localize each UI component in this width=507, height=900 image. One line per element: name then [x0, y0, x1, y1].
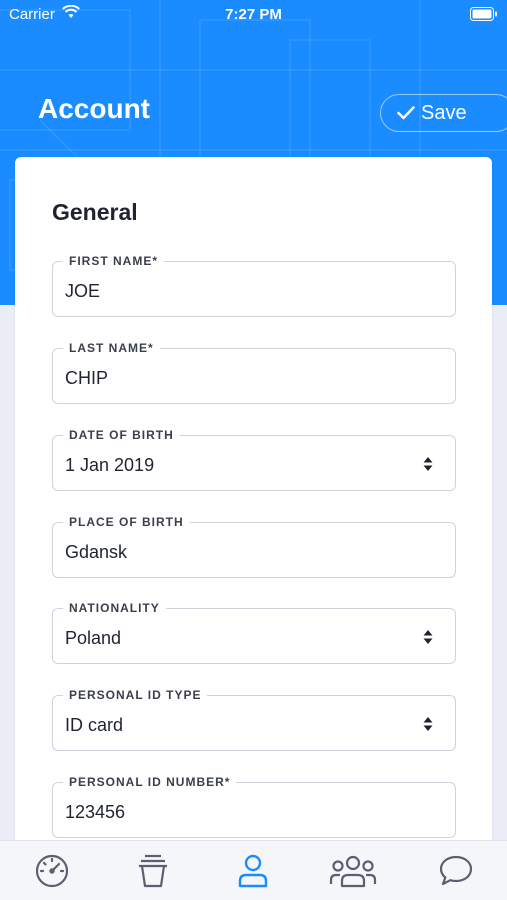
tab-bar [0, 840, 507, 900]
trash-bin-icon [136, 853, 170, 894]
checkmark-icon [397, 106, 415, 120]
save-button[interactable]: Save [380, 94, 507, 132]
dashboard-gauge-icon [34, 853, 70, 894]
select-arrows-icon [423, 456, 433, 477]
date-of-birth-label: DATE OF BIRTH [63, 428, 180, 442]
personal-id-number-field[interactable]: PERSONAL ID NUMBER* 123456 [52, 775, 456, 838]
last-name-label: LAST NAME* [63, 341, 160, 355]
page-title: Account [38, 93, 150, 124]
personal-id-type-value: ID card [65, 715, 124, 735]
status-bar: Carrier 7:27 PM [0, 0, 507, 30]
first-name-label: FIRST NAME* [63, 254, 164, 268]
tab-messages[interactable] [436, 853, 476, 893]
personal-id-type-select[interactable]: PERSONAL ID TYPE ID card [52, 688, 456, 751]
select-arrows-icon [423, 716, 433, 737]
group-users-icon [329, 853, 377, 894]
place-of-birth-field[interactable]: PLACE OF BIRTH Gdansk [52, 515, 456, 578]
first-name-field[interactable]: FIRST NAME* JOE [52, 254, 456, 317]
date-of-birth-select[interactable]: DATE OF BIRTH 1 Jan 2019 [52, 428, 456, 491]
nationality-select[interactable]: NATIONALITY Poland [52, 601, 456, 664]
account-form-card: General FIRST NAME* JOE LAST NAME* CHIP … [15, 157, 492, 857]
nationality-label: NATIONALITY [63, 601, 166, 615]
last-name-value[interactable]: CHIP [65, 368, 108, 389]
place-of-birth-value[interactable]: Gdansk [65, 542, 127, 563]
status-time: 7:27 PM [225, 6, 282, 23]
battery-icon [470, 7, 498, 25]
personal-id-number-value[interactable]: 123456 [65, 802, 125, 823]
save-label: Save [421, 101, 467, 124]
tab-account[interactable] [233, 853, 273, 893]
tab-group[interactable] [329, 853, 377, 893]
chat-bubble-icon [438, 853, 474, 894]
date-of-birth-value: 1 Jan 2019 [65, 455, 155, 475]
tab-dashboard[interactable] [32, 853, 72, 893]
personal-id-type-label: PERSONAL ID TYPE [63, 688, 208, 702]
user-icon [237, 853, 269, 894]
section-title: General [52, 199, 138, 225]
nationality-value: Poland [65, 628, 122, 648]
place-of-birth-label: PLACE OF BIRTH [63, 515, 190, 529]
last-name-field[interactable]: LAST NAME* CHIP [52, 341, 456, 404]
tab-trash[interactable] [133, 853, 173, 893]
select-arrows-icon [423, 629, 433, 650]
first-name-value[interactable]: JOE [65, 281, 100, 302]
personal-id-number-label: PERSONAL ID NUMBER* [63, 775, 237, 789]
